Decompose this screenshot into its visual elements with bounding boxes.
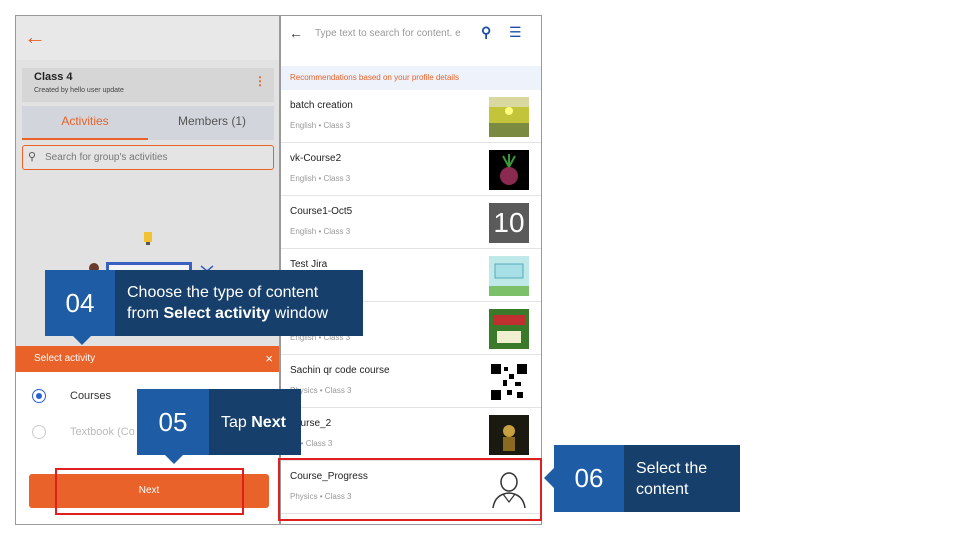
callout-text-part: from — [127, 305, 164, 322]
callout-line: content — [636, 480, 689, 498]
content-item[interactable]: batch creation English • Class 3 — [281, 90, 541, 143]
content-search-input[interactable]: Type text to search for content. e — [315, 28, 475, 39]
content-item[interactable]: course_2 gy • Class 3 — [281, 408, 541, 461]
search-bar: ← Type text to search for content. e ⚲ ☰ — [281, 16, 541, 54]
sheet-header: Select activity × — [16, 346, 279, 372]
group-title: Class 4 — [34, 71, 73, 83]
back-arrow-icon[interactable]: ← — [289, 25, 303, 41]
callout-text-part: Tap — [221, 413, 252, 431]
callout-04: 04 Choose the type of content from Selec… — [45, 270, 363, 336]
group-subtitle: Created by hello user update — [34, 87, 124, 94]
back-arrow-icon[interactable]: ← — [24, 24, 50, 50]
recommendations-header: Recommendations based on your profile de… — [281, 66, 541, 90]
callout-text: Tap Next — [209, 389, 301, 455]
content-thumbnail-icon — [489, 97, 529, 137]
option-label: Textbook (Co — [70, 426, 135, 438]
sheet-title: Select activity — [34, 353, 96, 364]
tab-activities[interactable]: Activities — [22, 106, 148, 140]
search-placeholder: Search for group's activities — [45, 152, 168, 163]
activities-search-input[interactable]: ⚲ Search for group's activities — [22, 145, 274, 170]
content-thumbnail: 10 — [489, 203, 529, 243]
callout-number: 04 — [45, 270, 115, 336]
content-title: Course1-Oct5 — [290, 206, 353, 217]
tab-members[interactable]: Members (1) — [150, 106, 274, 140]
callout-05: 05 Tap Next — [137, 389, 301, 455]
content-subtitle: English • Class 3 — [290, 174, 351, 183]
callout-number: 06 — [554, 445, 624, 512]
callout-pointer-icon — [544, 468, 554, 488]
callout-line: Tap Next — [221, 412, 301, 433]
callout-text: Choose the type of content from Select a… — [115, 270, 363, 336]
content-title: batch creation — [290, 100, 353, 111]
content-thumbnail-icon — [489, 150, 529, 190]
callout-line: Choose the type of content — [127, 284, 319, 301]
tab-bar: Activities Members (1) — [22, 106, 274, 140]
content-item[interactable]: vk-Course2 English • Class 3 — [281, 143, 541, 196]
radio-unselected-icon[interactable] — [32, 425, 46, 439]
callout-text-bold: Select activity — [163, 305, 271, 322]
callout-pointer-icon — [72, 335, 92, 345]
filter-icon[interactable]: ☰ — [509, 24, 522, 41]
callout-pointer-icon — [164, 454, 184, 464]
kebab-menu-icon[interactable]: ⋮ — [254, 74, 266, 88]
search-icon[interactable]: ⚲ — [481, 24, 491, 41]
close-icon[interactable]: × — [265, 346, 273, 372]
content-subtitle: English • Class 3 — [290, 121, 351, 130]
highlight-next-button — [55, 468, 244, 515]
content-item[interactable]: Sachin qr code course Physics • Class 3 — [281, 355, 541, 408]
group-card: Class 4 Created by hello user update ⋮ — [22, 68, 274, 102]
content-item[interactable]: Course1-Oct5 English • Class 3 10 — [281, 196, 541, 249]
content-thumbnail-icon — [489, 415, 529, 455]
callout-text: Select the content — [624, 445, 740, 512]
content-title: vk-Course2 — [290, 153, 342, 164]
content-title: Sachin qr code course — [290, 365, 390, 376]
callout-06: 06 Select the content — [554, 445, 740, 512]
content-thumbnail-icon — [489, 256, 529, 296]
highlight-selected-content — [278, 458, 542, 521]
top-bar: ← — [16, 16, 279, 60]
callout-line: Select the — [636, 459, 708, 477]
callout-number: 05 — [137, 389, 209, 455]
callout-text-bold: Next — [251, 413, 286, 431]
radio-selected-icon[interactable] — [32, 389, 46, 403]
content-title: Test Jira — [290, 259, 328, 270]
qr-code-icon — [489, 362, 529, 402]
callout-line: from Select activity window — [127, 303, 363, 324]
option-label: Courses — [70, 390, 111, 402]
search-icon: ⚲ — [28, 151, 37, 163]
content-thumbnail-icon — [489, 309, 529, 349]
callout-text-part: window — [270, 305, 328, 322]
content-subtitle: English • Class 3 — [290, 227, 351, 236]
